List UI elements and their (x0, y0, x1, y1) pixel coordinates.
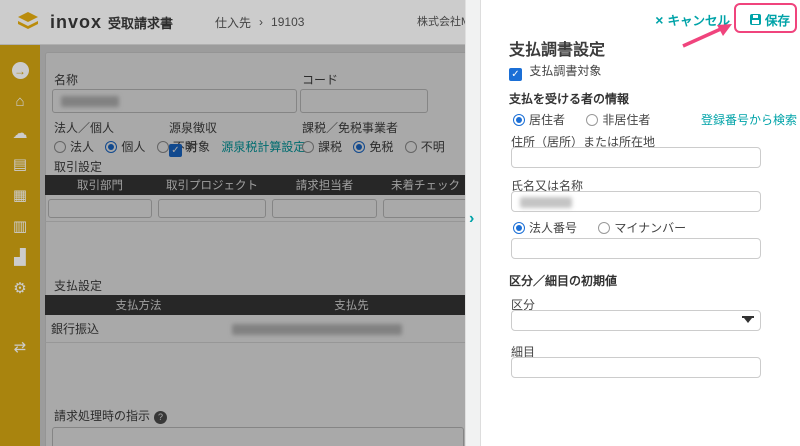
billing-contact-input[interactable] (272, 199, 377, 218)
panel-actions: × キャンセル 保存 (655, 10, 790, 29)
radio-selected-icon (513, 222, 525, 234)
radio-tax-unknown[interactable]: 不明 (405, 140, 445, 154)
organization-icon[interactable]: ▦ (0, 179, 40, 210)
sidebar: → ⌂ ☁ ▤ ▦ ▥ ▟ ⚙ ⇄ (0, 45, 40, 446)
col-department: 取引部門 (45, 177, 155, 193)
name-value-redacted (61, 96, 119, 107)
radio-selected-icon (513, 114, 525, 126)
number-type-radio-group: 法人番号 マイナンバー (513, 219, 704, 236)
number-input[interactable] (511, 238, 761, 259)
radio-my-number[interactable]: マイナンバー (598, 221, 686, 235)
radio-corporate-number[interactable]: 法人番号 (513, 221, 577, 235)
invox-logo-icon (16, 10, 40, 34)
radio-selected-icon (105, 141, 117, 153)
payment-report-panel: × キャンセル 保存 支払調書設定 ✓ 支払調書対象 支払を受ける者の情報 居住… (480, 0, 800, 446)
payment-table: 支払方法 支払先 銀行振込 (45, 295, 471, 343)
transaction-section-title: 取引設定 (54, 158, 102, 175)
withholding-checkbox[interactable]: ✓対象 (169, 140, 210, 154)
document-icon[interactable]: ▤ (0, 148, 40, 179)
app-header: invox 受取請求書 仕入先 › 19103 株式会社M (0, 0, 465, 45)
breadcrumb-suppliers[interactable]: 仕入先 (215, 14, 251, 31)
radio-resident[interactable]: 居住者 (513, 113, 565, 127)
project-input[interactable] (158, 199, 266, 218)
chevron-right-icon[interactable]: › (469, 210, 474, 228)
radio-individual[interactable]: 個人 (105, 140, 145, 154)
go-icon[interactable]: → (0, 55, 40, 86)
entity-type-label: 法人／個人 (54, 119, 114, 136)
transaction-table-header: 取引部門 取引プロジェクト 請求担当者 未着チェック (45, 175, 471, 195)
col-payment-method: 支払方法 (45, 297, 232, 313)
radio-icon (157, 141, 169, 153)
detail-input[interactable] (511, 357, 761, 378)
code-input[interactable] (300, 89, 428, 113)
radio-icon (598, 222, 610, 234)
name-label: 名称 (54, 71, 78, 88)
company-name: 株式会社M (417, 0, 465, 45)
supplier-form-card: 名称 コード 法人／個人 法人 個人 不明 源泉徴収 ✓対象 源泉税計算設定 課… (45, 52, 470, 446)
col-arrival-check: 未着チェック (380, 177, 471, 193)
radio-icon (302, 141, 314, 153)
collapse-icon[interactable]: ⇄ (0, 331, 40, 362)
breadcrumb-supplier-id: 19103 (271, 15, 304, 29)
save-button[interactable]: 保存 (750, 10, 790, 29)
code-label: コード (302, 71, 338, 88)
instruction-input[interactable] (52, 427, 464, 446)
chart-icon[interactable]: ▟ (0, 241, 40, 272)
payment-section-title: 支払設定 (54, 277, 102, 294)
category-section-title: 区分／細目の初期値 (509, 272, 617, 289)
payee-info-section-title: 支払を受ける者の情報 (509, 90, 629, 107)
radio-taxable[interactable]: 課税 (302, 140, 342, 154)
withholding-tax-settings-link[interactable]: 源泉税計算設定 (221, 140, 305, 154)
tax-type-radio-group: 課税 免税 不明 (302, 138, 453, 155)
radio-tax-exempt[interactable]: 免税 (353, 140, 393, 154)
breadcrumb-separator: › (259, 15, 263, 29)
transaction-table: 取引部門 取引プロジェクト 請求担当者 未着チェック (45, 175, 471, 222)
withholding-label: 源泉徴収 (169, 119, 217, 136)
upload-icon[interactable]: ☁ (0, 117, 40, 148)
payment-method-value: 銀行振込 (45, 320, 232, 337)
payment-table-row[interactable]: 銀行振込 (45, 315, 471, 343)
checkbox-checked-icon: ✓ (509, 68, 522, 81)
panel-divider: › (465, 0, 480, 446)
payee-name-redacted (520, 197, 572, 208)
payee-name-input[interactable] (511, 191, 761, 212)
radio-selected-icon (353, 141, 365, 153)
arrival-check-input[interactable] (383, 199, 468, 218)
tax-type-label: 課税／免税事業者 (302, 119, 398, 136)
radio-icon (586, 114, 598, 126)
app-subtitle: 受取請求書 (108, 13, 173, 32)
instruction-label: 請求処理時の指示? (54, 407, 167, 424)
radio-icon (405, 141, 417, 153)
app-screen: 名称 コード 法人／個人 法人 個人 不明 源泉徴収 ✓対象 源泉税計算設定 課… (0, 0, 800, 446)
payment-table-header: 支払方法 支払先 (45, 295, 471, 315)
checkbox-checked-icon: ✓ (169, 144, 182, 157)
category-select[interactable] (511, 310, 761, 331)
name-input[interactable] (52, 89, 297, 113)
breadcrumb: 仕入先 › 19103 (215, 14, 304, 31)
department-input[interactable] (48, 199, 152, 218)
transaction-table-row (45, 195, 471, 222)
col-payee: 支払先 (232, 297, 471, 313)
close-icon: × (655, 12, 663, 28)
registration-search-link[interactable]: 登録番号から検索 (701, 111, 797, 128)
cancel-button[interactable]: × キャンセル (655, 10, 730, 29)
payee-value-redacted (232, 324, 402, 335)
home-icon[interactable]: ⌂ (0, 86, 40, 117)
report-target-checkbox[interactable]: ✓ 支払調書対象 (509, 62, 601, 81)
radio-non-resident[interactable]: 非居住者 (586, 113, 650, 127)
residency-radio-group: 居住者 非居住者 (513, 111, 668, 128)
export-icon[interactable]: ▥ (0, 210, 40, 241)
help-icon[interactable]: ? (154, 411, 167, 424)
radio-icon (54, 141, 66, 153)
radio-corporate[interactable]: 法人 (54, 140, 94, 154)
address-input[interactable] (511, 147, 761, 168)
col-project: 取引プロジェクト (155, 177, 269, 193)
withholding-row: ✓対象 源泉税計算設定 (169, 138, 305, 157)
save-icon (750, 14, 761, 25)
panel-title: 支払調書設定 (509, 36, 605, 60)
app-title: invox (50, 12, 102, 33)
settings-icon[interactable]: ⚙ (0, 272, 40, 303)
col-billing-contact: 請求担当者 (269, 177, 380, 193)
